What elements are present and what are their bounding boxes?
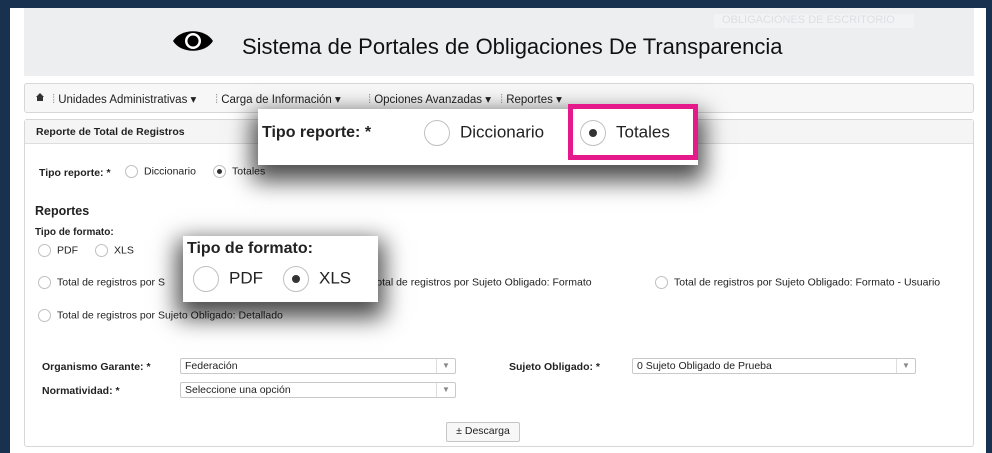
chevron-down-icon: ▼ (436, 359, 455, 373)
radio-icon (95, 244, 108, 257)
download-button[interactable]: ± Descarga (446, 422, 520, 442)
nav-label: Reportes (506, 94, 553, 106)
caret-down-icon: ▾ (485, 94, 492, 106)
radio-icon (424, 120, 450, 146)
caret-down-icon: ▾ (190, 94, 197, 106)
sujeto-select[interactable]: 0 Sujeto Obligado de Prueba ▼ (632, 358, 916, 374)
radio-report-option[interactable]: Total de registros por Sujeto Obligado: … (352, 276, 592, 289)
zoom-tipo-formato-label: Tipo de formato: (187, 240, 313, 257)
page-title: Sistema de Portales de Obligaciones De T… (242, 34, 783, 59)
radio-icon (38, 309, 51, 322)
zoom-tipo-reporte-label: Tipo reporte: * (262, 124, 372, 141)
select-value: Federación (185, 360, 238, 372)
radio-label: XLS (114, 244, 134, 257)
tipo-formato-label: Tipo de formato: (35, 227, 114, 238)
radio-diccionario[interactable]: Diccionario (125, 165, 196, 178)
zoom-radio-diccionario[interactable]: Diccionario (424, 120, 544, 146)
nav-label: Opciones Avanzadas (374, 94, 483, 106)
zoom-radio-xls[interactable]: XLS (283, 266, 351, 292)
nav-reportes[interactable]: ⁞ Reportes ▾ (500, 92, 562, 106)
download-label: Descarga (464, 425, 510, 437)
grip-icon: ⁞ (500, 94, 504, 106)
chevron-down-icon: ▼ (436, 383, 455, 397)
highlight-box (568, 104, 698, 160)
header: OBLIGACIONES DE ESCRITORIO Sistema de Po… (24, 8, 974, 76)
radio-icon (38, 276, 51, 289)
home-icon[interactable] (35, 92, 45, 105)
zoom-callout-tipo-reporte: Tipo reporte: * Diccionario Totales (258, 104, 698, 165)
zoom-radio-pdf[interactable]: PDF (193, 266, 263, 292)
radio-label: Total de registros por Sujeto Obligado: … (371, 276, 592, 289)
tipo-reporte-label: Tipo reporte: * (39, 167, 111, 179)
sujeto-label: Sujeto Obligado: * (509, 361, 600, 373)
select-value: Seleccione una opción (185, 384, 291, 396)
radio-label: Total de registros por Sujeto Obligado: … (57, 309, 283, 322)
radio-selected-icon (213, 165, 226, 178)
radio-icon (193, 266, 219, 292)
reportes-heading: Reportes (35, 204, 90, 218)
radio-icon (38, 244, 51, 257)
caret-down-icon: ▾ (556, 94, 562, 106)
grip-icon: ⁞ (52, 94, 56, 106)
zoom-callout-tipo-formato: Tipo de formato: PDF XLS (183, 236, 378, 302)
normatividad-select[interactable]: Seleccione una opción ▼ (180, 382, 456, 398)
radio-xls[interactable]: XLS (95, 244, 134, 257)
radio-label: Diccionario (460, 122, 545, 142)
radio-label: XLS (319, 268, 352, 288)
radio-icon (655, 276, 668, 289)
nav-opciones-avanzadas[interactable]: ⁞ Opciones Avanzadas ▾ (368, 92, 491, 106)
panel-title: Reporte de Total de Registros (36, 126, 185, 138)
radio-report-option[interactable]: Total de registros por S (38, 276, 165, 289)
select-value: 0 Sujeto Obligado de Prueba (637, 360, 772, 372)
organismo-label: Organismo Garante: * (42, 361, 151, 373)
organismo-select[interactable]: Federación ▼ (180, 358, 456, 374)
nav-unidades-administrativas[interactable]: ⁞ Unidades Administrativas ▾ (52, 92, 196, 106)
report-panel: Reporte de Total de Registros Tipo repor… (24, 119, 974, 447)
header-ghost-text: OBLIGACIONES DE ESCRITORIO (714, 14, 914, 28)
eye-icon (173, 31, 213, 51)
download-icon: ± (456, 425, 462, 437)
app-window: OBLIGACIONES DE ESCRITORIO Sistema de Po… (10, 8, 986, 453)
grip-icon: ⁞ (215, 94, 219, 106)
normatividad-label: Normatividad: * (42, 385, 120, 397)
radio-totales[interactable]: Totales (213, 165, 265, 178)
radio-label: Total de registros por S (57, 276, 165, 289)
radio-label: PDF (57, 244, 78, 257)
radio-report-option[interactable]: Total de registros por Sujeto Obligado: … (655, 276, 940, 289)
radio-icon (125, 165, 138, 178)
chevron-down-icon: ▼ (896, 359, 915, 373)
nav-carga-informacion[interactable]: ⁞ Carga de Información ▾ (215, 92, 341, 106)
radio-label: PDF (229, 268, 263, 288)
radio-label: Totales (232, 165, 266, 178)
grip-icon: ⁞ (368, 94, 372, 106)
caret-down-icon: ▾ (335, 94, 341, 106)
radio-report-option[interactable]: Total de registros por Sujeto Obligado: … (38, 309, 283, 322)
radio-label: Diccionario (144, 165, 196, 178)
nav-label: Unidades Administrativas (58, 94, 188, 106)
radio-pdf[interactable]: PDF (38, 244, 78, 257)
radio-label: Total de registros por Sujeto Obligado: … (674, 276, 941, 289)
nav-label: Carga de Información (221, 94, 332, 106)
radio-selected-icon (283, 266, 309, 292)
